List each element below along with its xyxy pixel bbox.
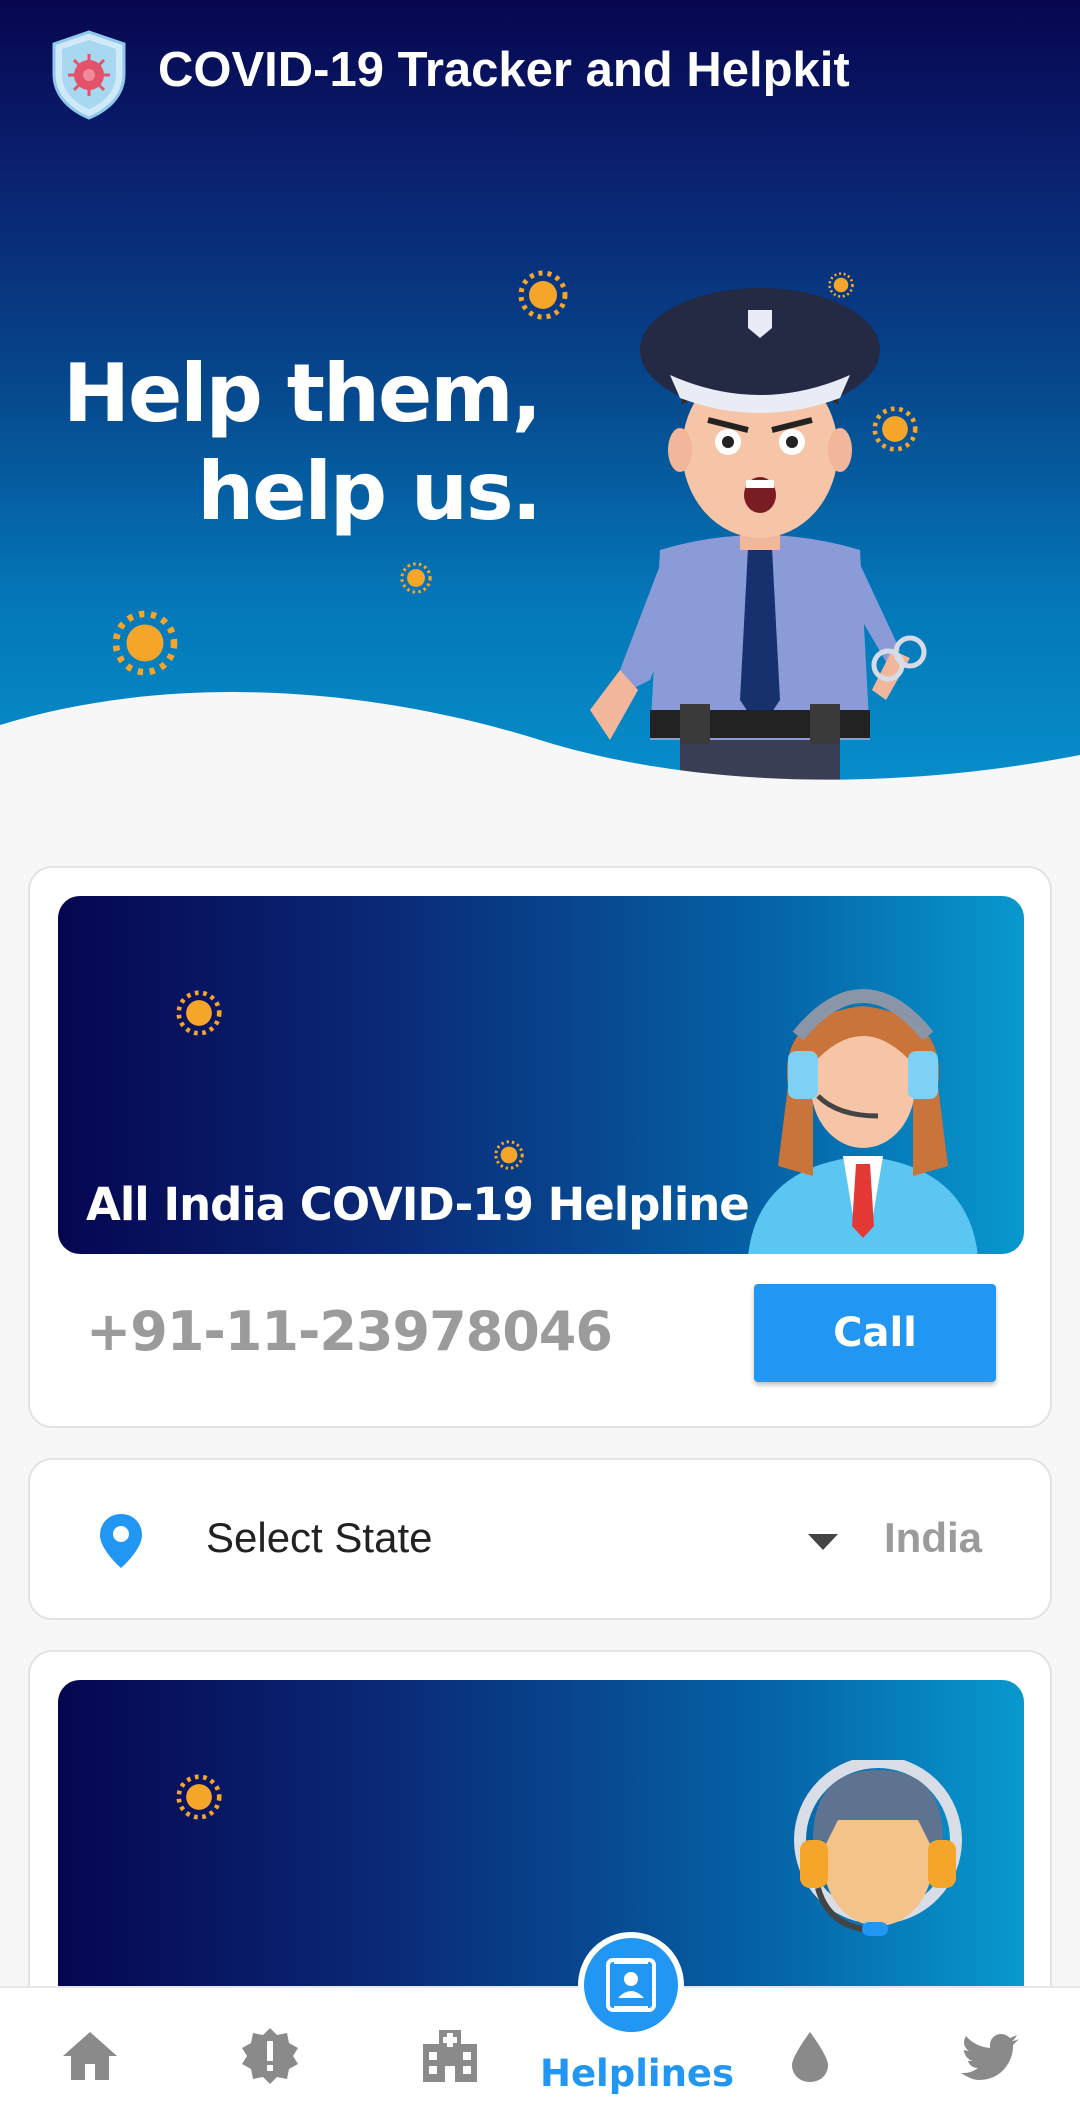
male-operator-illustration (794, 1760, 962, 1936)
nav-helplines[interactable] (578, 1932, 684, 2038)
helpline-banner: All India COVID-19 Helpline (58, 896, 1024, 1254)
app-logo-icon (52, 30, 126, 120)
blood-drop-icon (792, 2032, 828, 2082)
helpline-phone-number[interactable]: +91-11-23978046 (86, 1300, 613, 1363)
nav-hospitals[interactable] (400, 1988, 500, 2120)
virus-icon (112, 610, 178, 676)
nav-blood-donation[interactable] (760, 1988, 860, 2120)
virus-icon (494, 1140, 524, 1170)
hero-line-2: help us. (197, 445, 542, 538)
hospital-icon (423, 2030, 477, 2082)
national-helpline-card: All India COVID-19 Helpline +91-11-23978… (28, 866, 1052, 1428)
twitter-icon (961, 2034, 1019, 2080)
state-select-placeholder[interactable]: Select State (206, 1514, 432, 1562)
female-operator-illustration (748, 989, 978, 1254)
app-title: COVID-19 Tracker and Helpkit (158, 43, 850, 97)
virus-icon (518, 270, 568, 320)
dropdown-arrow-icon[interactable] (808, 1534, 838, 1550)
hero-slogan: Help them, help us. (63, 345, 542, 541)
helplines-icon (606, 1958, 656, 2012)
nav-alerts[interactable] (220, 1988, 320, 2120)
virus-icon (176, 1774, 222, 1820)
state-helpline-banner (58, 1680, 1024, 2038)
hero-header: COVID-19 Tracker and Helpkit Help them, … (0, 0, 1080, 800)
home-icon (63, 2032, 117, 2080)
nav-twitter[interactable] (940, 1988, 1040, 2120)
virus-icon (176, 990, 222, 1036)
state-selector-card[interactable]: Select State India (28, 1458, 1052, 1620)
location-pin-icon (100, 1514, 142, 1568)
nav-helplines-label[interactable]: Helplines (540, 2052, 734, 2095)
call-button[interactable]: Call (754, 1284, 996, 1382)
country-label: India (884, 1514, 983, 1561)
hero-wave-divider (0, 692, 1080, 800)
helpline-title: All India COVID-19 Helpline (86, 1178, 750, 1231)
hero-line-1: Help them, (63, 347, 542, 440)
alert-badge-icon (242, 2028, 298, 2084)
nav-home[interactable] (40, 1988, 140, 2120)
virus-icon (400, 562, 432, 594)
